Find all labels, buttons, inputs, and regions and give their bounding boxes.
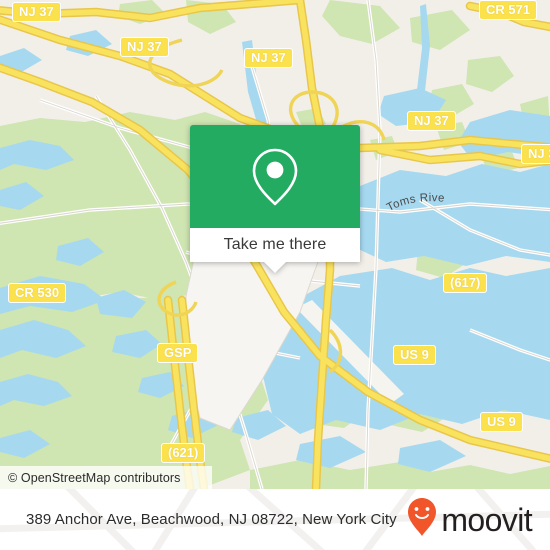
road-shield-label: GSP bbox=[164, 345, 192, 360]
footer-bar: 389 Anchor Ave, Beachwood, NJ 08722, New… bbox=[0, 489, 550, 550]
road-shield-label: CR 571 bbox=[486, 2, 531, 17]
map-screenshot: Toms River NJ 37NJ 37NJ 37CR 571NJ 37NJ … bbox=[0, 0, 550, 550]
card-header bbox=[190, 125, 360, 228]
moovit-logo[interactable]: moovit bbox=[407, 497, 536, 542]
take-me-there-button[interactable]: Take me there bbox=[190, 228, 360, 262]
moovit-smiley-pin-icon bbox=[407, 497, 437, 542]
road-shield: (621) bbox=[161, 443, 206, 463]
road-shield-label: NJ 37 bbox=[19, 4, 54, 19]
road-shield: NJ 3 bbox=[521, 144, 550, 164]
moovit-wordmark: moovit bbox=[441, 501, 532, 538]
road-shield-label: NJ 3 bbox=[528, 146, 550, 161]
road-shield-label: US 9 bbox=[487, 414, 516, 429]
address-text: 389 Anchor Ave, Beachwood, NJ 08722, New… bbox=[26, 511, 397, 528]
road-shield: CR 530 bbox=[8, 283, 67, 303]
road-shield: NJ 37 bbox=[407, 111, 456, 131]
take-me-there-label: Take me there bbox=[223, 236, 327, 253]
road-shield-label: NJ 37 bbox=[127, 39, 162, 54]
road-shield-label: US 9 bbox=[400, 347, 429, 362]
road-shield-label: (621) bbox=[168, 445, 199, 460]
road-shield: NJ 37 bbox=[12, 2, 61, 22]
road-shield: (617) bbox=[443, 273, 488, 293]
osm-attribution-text: © OpenStreetMap contributors bbox=[8, 470, 181, 485]
osm-attribution[interactable]: © OpenStreetMap contributors bbox=[0, 466, 212, 489]
map-canvas[interactable]: Toms River NJ 37NJ 37NJ 37CR 571NJ 37NJ … bbox=[0, 0, 550, 489]
road-shield-label: CR 530 bbox=[15, 285, 60, 300]
road-shield: NJ 37 bbox=[120, 37, 169, 57]
card-pointer-tail bbox=[264, 262, 286, 273]
road-shield-label: NJ 37 bbox=[251, 50, 286, 65]
destination-card[interactable]: Take me there bbox=[190, 125, 360, 273]
road-shield: US 9 bbox=[393, 345, 436, 365]
road-shield: US 9 bbox=[480, 412, 523, 432]
road-shield: CR 571 bbox=[479, 0, 538, 20]
road-shield-label: NJ 37 bbox=[414, 113, 449, 128]
road-shield-label: (617) bbox=[450, 275, 481, 290]
map-pin-icon bbox=[249, 146, 301, 208]
road-shield: NJ 37 bbox=[244, 48, 293, 68]
road-shield: GSP bbox=[157, 343, 199, 363]
